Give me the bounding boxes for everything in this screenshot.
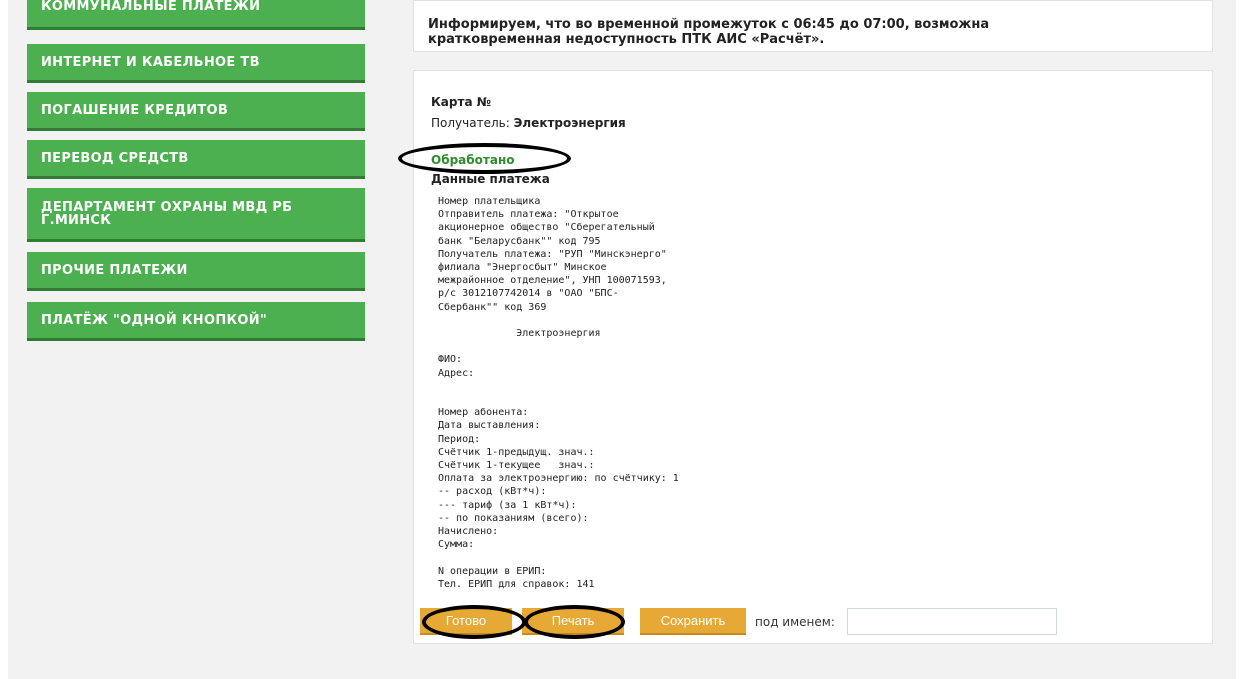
recipient-value: Электроэнергия [513, 116, 626, 130]
sidebar-item-label: Коммунальные платежи [41, 0, 261, 14]
sidebar-item-label: Департамент охраны МВД РБ г.Минск [41, 199, 293, 228]
sidebar-item-security-department[interactable]: Департамент охраны МВД РБ г.Минск [27, 188, 365, 242]
save-as-label: под именем: [755, 615, 835, 629]
sidebar-item-loan-repayment[interactable]: Погашение кредитов [27, 92, 365, 131]
payment-details-text: Номер плательщика Отправитель платежа: "… [438, 196, 679, 590]
save-as-input[interactable] [847, 608, 1057, 635]
recipient-line: Получатель: Электроэнергия [431, 116, 626, 130]
payment-data-title: Данные платежа [431, 172, 550, 186]
recipient-label: Получатель: [431, 116, 510, 130]
done-highlight-ellipse [422, 605, 526, 639]
sidebar-item-one-click-payment[interactable]: Платёж "одной кнопкой" [27, 302, 365, 341]
sidebar-item-internet-tv[interactable]: Интернет и кабельное ТВ [27, 44, 365, 83]
sidebar-item-utilities[interactable]: Коммунальные платежи [27, 0, 365, 30]
sidebar-item-label: Интернет и кабельное ТВ [41, 54, 260, 70]
sidebar-item-label: Прочие платежи [41, 262, 188, 278]
sidebar-item-label: Платёж "одной кнопкой" [41, 312, 268, 328]
notice-line-2: кратковременная недоступность ПТК АИС «Р… [428, 32, 825, 47]
sidebar-item-label: Погашение кредитов [41, 102, 229, 118]
notice-line-1: Информируем, что во временной промежуток… [428, 17, 990, 32]
payment-receipt-panel: Карта № Получатель: Электроэнергия Обраб… [398, 70, 1213, 644]
maintenance-notice: Информируем, что во временной промежуток… [413, 0, 1213, 52]
sidebar-item-other-payments[interactable]: Прочие платежи [27, 252, 365, 291]
save-button[interactable]: Сохранить [640, 608, 746, 635]
status-highlight-ellipse [398, 143, 571, 174]
print-highlight-ellipse [524, 605, 625, 639]
card-number-label: Карта № [431, 95, 492, 109]
sidebar-item-label: Перевод средств [41, 150, 189, 166]
sidebar-item-money-transfer[interactable]: Перевод средств [27, 140, 365, 179]
